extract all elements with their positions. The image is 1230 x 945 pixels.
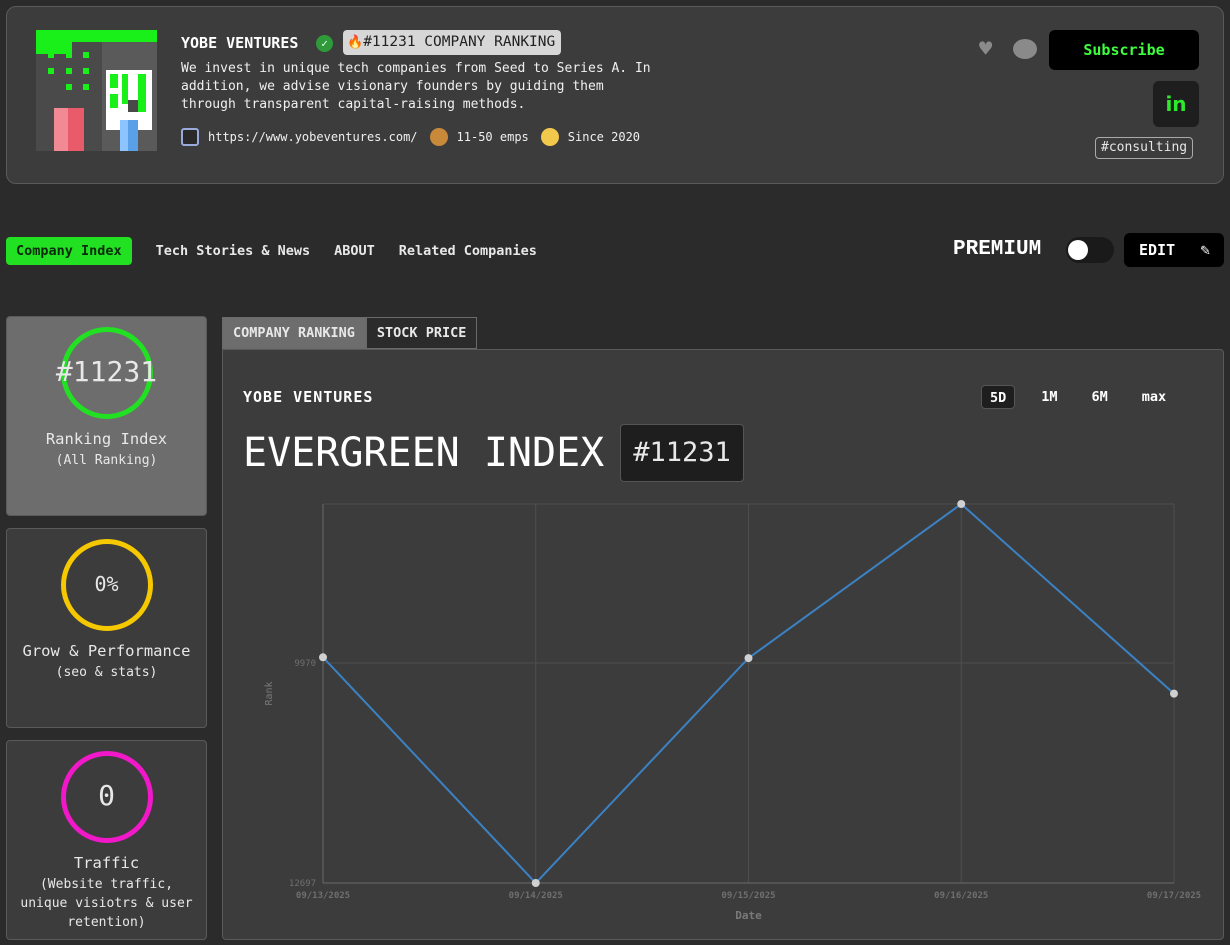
nav-company-index[interactable]: Company Index [6,237,132,265]
company-logo [36,30,157,151]
data-point [531,879,540,887]
x-tick-label: 09/14/2025 [509,891,563,901]
traffic-card[interactable]: 0 Traffic (Website traffic, unique visio… [6,740,207,940]
nav-about[interactable]: ABOUT [334,243,375,259]
company-meta: https://www.yobeventures.com/ 11-50 emps… [181,128,652,146]
premium-toggle[interactable] [1066,237,1114,263]
lightbulb-icon [540,128,559,146]
data-point [744,654,753,663]
growth-title: Grow & Performance [22,642,191,660]
verified-check-icon: ✓ [316,35,333,52]
nav-tech-stories[interactable]: Tech Stories & News [156,243,310,259]
x-axis-label: Date [735,909,762,922]
company-name[interactable]: YOBE VENTURES [181,34,298,52]
ranking-subtitle: (All Ranking) [55,453,158,468]
pencil-icon: ✎ [1200,240,1210,259]
x-tick-label: 09/17/2025 [1147,891,1201,901]
company-nav: Company Index Tech Stories & News ABOUT … [6,237,561,265]
data-point [319,653,327,662]
linkedin-icon[interactable]: in [1153,81,1199,127]
website-link[interactable]: https://www.yobeventures.com/ [208,130,418,144]
ninja-icon [429,128,448,146]
x-tick-label: 09/16/2025 [934,891,988,901]
company-description: We invest in unique tech companies from … [181,61,651,112]
company-header-card: YOBE VENTURES ✓ 🔥#11231 COMPANY RANKING … [6,6,1224,184]
nav-related-companies[interactable]: Related Companies [399,243,537,259]
y-tick-label: 9970 [294,659,316,669]
edit-label: EDIT [1139,241,1176,259]
growth-card[interactable]: 0% Grow & Performance (seo & stats) [6,528,207,728]
comment-icon[interactable] [1013,39,1037,59]
ranking-title: Ranking Index [45,430,168,448]
ranking-index-card[interactable]: #11231 Ranking Index (All Ranking) [6,316,207,516]
rank-badge: 🔥#11231 COMPANY RANKING [343,30,562,55]
rank-line-chart: 09/13/2025 09/14/2025 09/15/2025 09/16/2025… [264,500,1201,922]
toggle-knob [1068,240,1088,260]
growth-subtitle: (seo & stats) [55,665,158,680]
subscribe-button[interactable]: Subscribe [1049,30,1199,70]
chart-tabs: COMPANY RANKING STOCK PRICE [222,317,478,349]
traffic-value: 0 [98,779,115,812]
monitor-icon [181,128,199,146]
traffic-title: Traffic [73,854,140,872]
fire-icon: 🔥 [347,35,364,50]
x-tick-label: 09/15/2025 [721,891,775,901]
y-axis-label: Rank [264,681,275,705]
heart-icon[interactable]: ♥ [979,37,992,62]
ranking-value: #11231 [55,355,158,388]
data-point [1170,689,1178,698]
founded-year: Since 2020 [567,130,641,144]
data-point [957,500,966,508]
x-tick-label: 09/13/2025 [296,891,350,901]
edit-button[interactable]: EDIT ✎ [1124,233,1224,267]
y-tick-label: 12697 [289,879,316,889]
traffic-subtitle: (Website traffic, unique visiotrs & user… [20,877,193,930]
rank-badge-label: #11231 COMPANY RANKING [363,34,556,50]
tab-company-ranking[interactable]: COMPANY RANKING [222,317,366,349]
tab-stock-price[interactable]: STOCK PRICE [365,317,478,349]
growth-value: 0% [94,572,119,596]
employee-count: 11-50 emps [456,130,529,144]
industry-tag[interactable]: #consulting [1095,137,1194,159]
premium-label: PREMIUM [953,238,1042,261]
chart-panel: YOBE VENTURES 5D 1M 6M max EVERGREEN IND… [222,349,1224,940]
